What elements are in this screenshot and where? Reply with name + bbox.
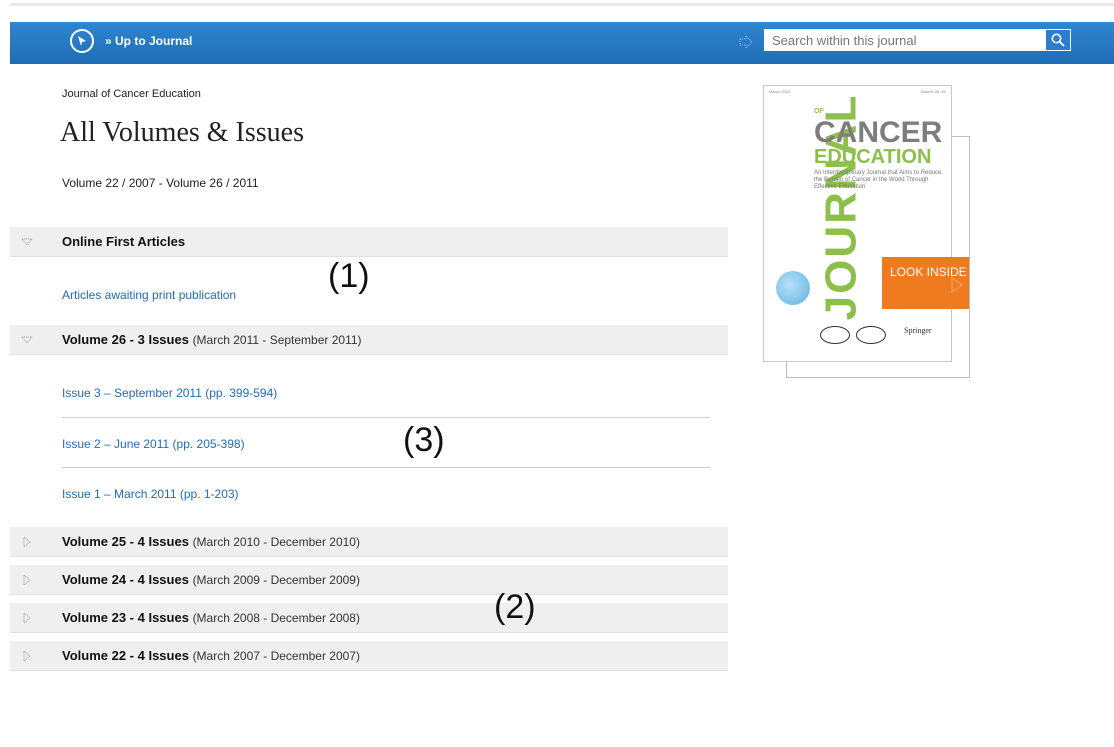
section-online-first[interactable]: Online First Articles (10, 227, 728, 257)
issue-link-3[interactable]: Issue 3 – September 2011 (pp. 399-594) (62, 386, 277, 400)
search-icon (1051, 33, 1065, 47)
section-volume-25[interactable]: Volume 25 - 4 Issues (March 2010 - Decem… (10, 527, 728, 557)
cover-tagline: An Interdisciplinary Journal that Aims t… (814, 170, 942, 190)
triangle-right-icon (23, 537, 31, 547)
seal-icon (856, 326, 886, 344)
compass-icon[interactable] (70, 29, 94, 53)
triangle-down-icon (21, 336, 33, 344)
section-label: Volume 23 - 4 Issues (March 2008 - Decem… (62, 610, 360, 625)
look-inside-button[interactable]: LOOK INSIDE (882, 257, 969, 309)
triangle-right-icon (23, 575, 31, 585)
volume-label: Volume 22 - 4 Issues (62, 648, 189, 663)
page-title: All Volumes & Issues (60, 117, 304, 148)
section-label: Online First Articles (62, 234, 186, 249)
triangle-right-icon (23, 651, 31, 661)
springer-logo: Springer (904, 326, 932, 335)
volume-dates: (March 2007 - December 2007) (192, 649, 360, 663)
triangle-right-icon (23, 613, 31, 623)
journal-nav-bar: » Up to Journal (10, 22, 1114, 64)
section-label: Volume 24 - 4 Issues (March 2009 - Decem… (62, 572, 360, 587)
volume-dates: (March 2009 - December 2009) (192, 573, 360, 587)
cover-of: OF (814, 108, 824, 115)
volume-dates: (March 2011 - September 2011) (192, 333, 362, 347)
seal-icon (820, 326, 850, 344)
volume-dates: (March 2010 - December 2010) (192, 535, 360, 549)
journal-cover[interactable]: March 2010 Volume 25, #1 JOURNAL OF CANC… (763, 85, 952, 362)
cover-volume: Volume 25, #1 (920, 89, 946, 94)
annotation-2: (2) (494, 588, 536, 626)
volume-range: Volume 22 / 2007 - Volume 26 / 2011 (62, 176, 259, 190)
volume-dates: (March 2008 - December 2008) (192, 611, 360, 625)
cover-date: March 2010 (769, 89, 791, 94)
section-label: Volume 26 - 3 Issues (March 2011 - Septe… (62, 332, 362, 347)
globe-icon (776, 271, 810, 305)
triangle-down-icon (21, 238, 33, 246)
volume-label: Volume 26 - 3 Issues (62, 332, 189, 347)
cover-cancer: CANCER (814, 116, 943, 149)
cover-education: EDUCATION (814, 146, 932, 168)
section-label: Volume 22 - 4 Issues (March 2007 - Decem… (62, 648, 360, 663)
arrow-right-icon (951, 277, 963, 293)
divider (62, 467, 710, 468)
volume-label: Volume 23 - 4 Issues (62, 610, 189, 625)
section-volume-22[interactable]: Volume 22 - 4 Issues (March 2007 - Decem… (10, 641, 728, 671)
up-to-journal-link[interactable]: » Up to Journal (105, 34, 192, 48)
search-input[interactable] (764, 29, 1050, 51)
issue-link-2[interactable]: Issue 2 – June 2011 (pp. 205-398) (62, 437, 245, 451)
annotation-3: (3) (403, 421, 445, 459)
annotation-1: (1) (328, 257, 370, 295)
section-volume-23[interactable]: Volume 23 - 4 Issues (March 2008 - Decem… (10, 603, 728, 633)
section-volume-24[interactable]: Volume 24 - 4 Issues (March 2009 - Decem… (10, 565, 728, 595)
divider (62, 417, 710, 418)
search-button[interactable] (1045, 29, 1071, 51)
volume-label: Volume 25 - 4 Issues (62, 534, 189, 549)
volume-label: Volume 24 - 4 Issues (62, 572, 189, 587)
arrow-right-icon (739, 35, 753, 49)
online-first-link[interactable]: Articles awaiting print publication (62, 288, 236, 302)
issue-link-1[interactable]: Issue 1 – March 2011 (pp. 1-203) (62, 487, 239, 501)
top-strip (10, 3, 1114, 6)
section-label: Volume 25 - 4 Issues (March 2010 - Decem… (62, 534, 360, 549)
section-volume-26[interactable]: Volume 26 - 3 Issues (March 2011 - Septe… (10, 325, 728, 355)
journal-name[interactable]: Journal of Cancer Education (62, 88, 201, 100)
